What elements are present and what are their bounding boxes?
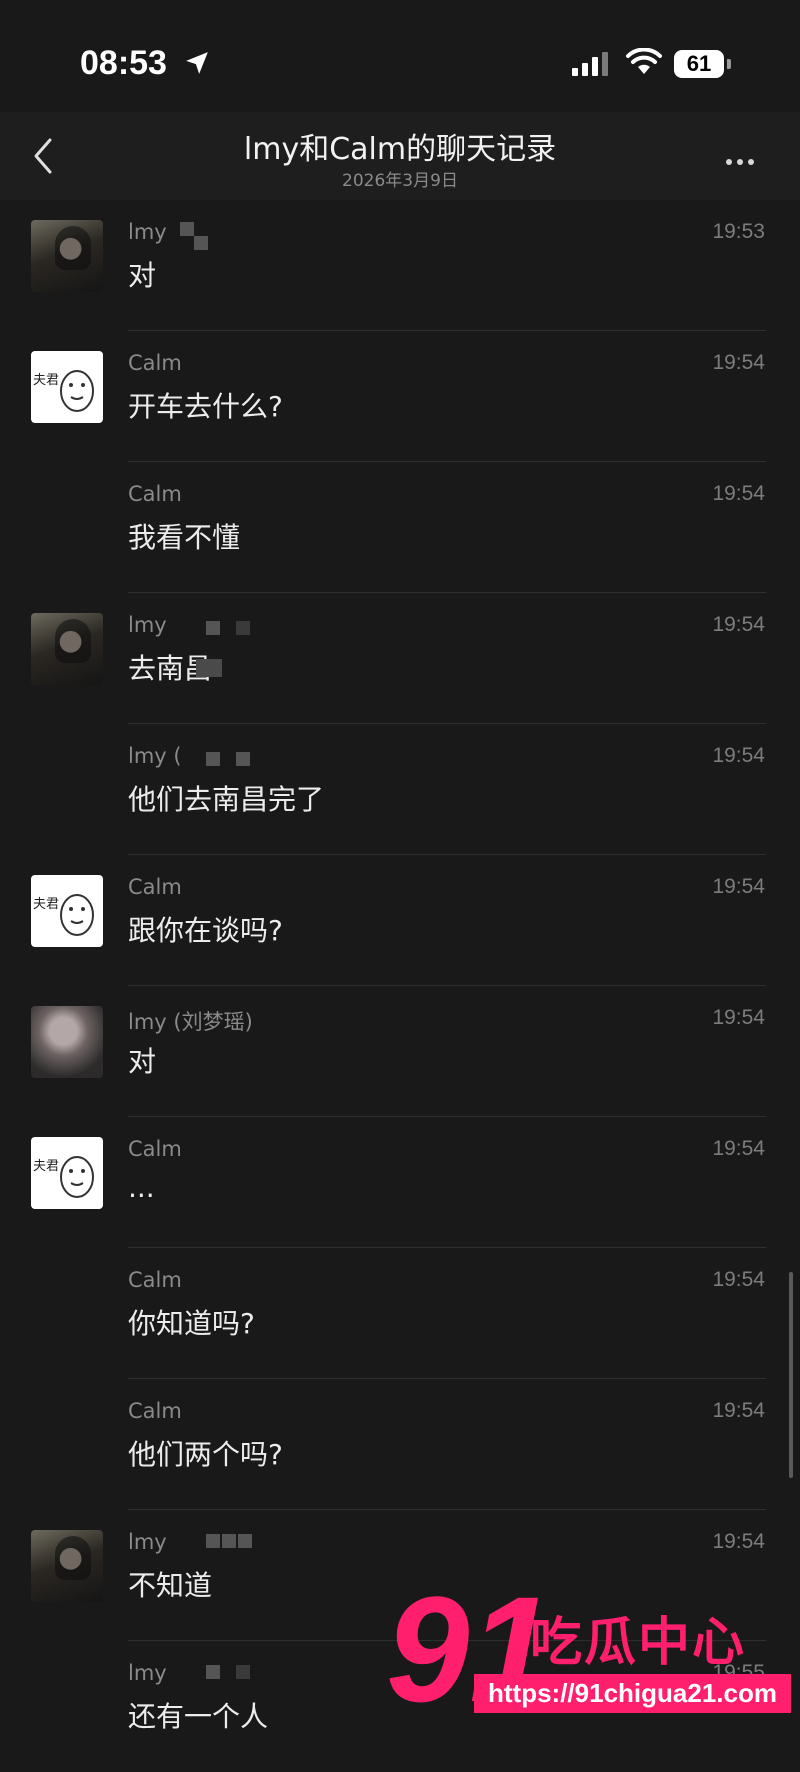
avatar[interactable]: 夫君	[31, 875, 103, 947]
avatar[interactable]	[31, 1006, 103, 1078]
sender-name: Calm	[128, 1268, 182, 1292]
message-time: 19:54	[712, 875, 765, 898]
message-time: 19:54	[712, 1530, 765, 1553]
redaction-mosaic	[196, 659, 222, 677]
sender-name: lmy	[128, 1530, 167, 1554]
message-time: 19:54	[712, 1268, 765, 1291]
redaction-mosaic	[236, 621, 250, 635]
cartoon-sticker-icon	[60, 894, 94, 936]
sender-name: lmy (刘梦瑶)	[128, 1010, 253, 1034]
message-item[interactable]: lmy (刘梦瑶) 19:54 对	[0, 986, 800, 1117]
sender-name: lmy	[128, 613, 167, 637]
cartoon-sticker-icon	[60, 1156, 94, 1198]
message-time: 19:54	[712, 351, 765, 374]
cartoon-sticker-icon	[60, 370, 94, 412]
sender-name: lmy	[128, 220, 167, 244]
message-item[interactable]: 夫君 Calm 19:54 ...	[0, 1117, 800, 1248]
redaction-mosaic	[238, 1534, 252, 1548]
watermark-name: 吃瓜中心	[530, 1613, 747, 1673]
message-text: 开车去什么?	[128, 390, 283, 423]
message-text: 他们去南昌完了	[128, 783, 325, 816]
nav-bar: lmy和Calm的聊天记录 2026年3月9日	[0, 112, 800, 200]
sender-name: Calm	[128, 351, 182, 375]
sender-name: lmy (	[128, 744, 182, 768]
message-text: 他们两个吗?	[128, 1438, 283, 1471]
message-text: 你知道吗?	[128, 1307, 255, 1340]
message-item[interactable]: Calm 19:54 我看不懂	[0, 462, 800, 593]
message-time: 19:54	[712, 744, 765, 767]
redaction-mosaic	[206, 752, 220, 766]
redaction-mosaic	[236, 1665, 250, 1679]
message-time: 19:54	[712, 482, 765, 505]
message-text: 跟你在谈吗?	[128, 914, 283, 947]
message-item[interactable]: Calm 19:54 他们两个吗?	[0, 1379, 800, 1510]
message-text: 对	[128, 259, 157, 292]
avatar[interactable]	[31, 220, 103, 292]
status-time: 08:53	[80, 44, 167, 82]
redaction-mosaic	[206, 1665, 220, 1679]
message-text: ...	[128, 1171, 155, 1204]
location-arrow-icon	[186, 52, 208, 74]
redaction-mosaic	[180, 222, 194, 236]
sender-name: Calm	[128, 1137, 182, 1161]
more-options-icon[interactable]	[726, 150, 759, 169]
sender-name: Calm	[128, 482, 182, 506]
message-time: 19:54	[712, 1006, 765, 1029]
message-text: 我看不懂	[128, 521, 241, 554]
message-text: 还有一个人	[128, 1700, 269, 1733]
scrollbar[interactable]	[789, 1272, 793, 1478]
redaction-mosaic	[206, 1534, 220, 1548]
message-time: 19:54	[712, 1399, 765, 1422]
redaction-mosaic	[236, 752, 250, 766]
battery-cap	[727, 59, 731, 69]
avatar[interactable]	[31, 613, 103, 685]
message-item[interactable]: 夫君 Calm 19:54 跟你在谈吗?	[0, 855, 800, 986]
message-time: 19:54	[712, 613, 765, 636]
watermark: 91 吃瓜中心 https://91chigua21.com	[380, 1570, 800, 1741]
message-time: 19:54	[712, 1137, 765, 1160]
message-text: 不知道	[128, 1569, 213, 1602]
message-time: 19:53	[712, 220, 765, 243]
message-item[interactable]: lmy 19:53 对	[0, 200, 800, 331]
message-item[interactable]: lmy ( 19:54 他们去南昌完了	[0, 724, 800, 855]
redaction-mosaic	[222, 1534, 236, 1548]
cellular-signal-icon	[572, 52, 608, 76]
avatar[interactable]: 夫君	[31, 1137, 103, 1209]
redaction-mosaic	[194, 236, 208, 250]
page-subtitle-date: 2026年3月9日	[342, 171, 458, 191]
wifi-icon	[626, 48, 662, 74]
sender-name: Calm	[128, 1399, 182, 1423]
sender-name: lmy	[128, 1661, 167, 1685]
avatar[interactable]	[31, 1530, 103, 1602]
battery-indicator: 61	[674, 50, 724, 78]
page-title: lmy和Calm的聊天记录	[243, 132, 557, 167]
message-item[interactable]: lmy 19:54 去南昌	[0, 593, 800, 724]
message-text: 对	[128, 1045, 157, 1078]
sender-name: Calm	[128, 875, 182, 899]
avatar[interactable]: 夫君	[31, 351, 103, 423]
watermark-url: https://91chigua21.com	[474, 1674, 791, 1713]
message-item[interactable]: 夫君 Calm 19:54 开车去什么?	[0, 331, 800, 462]
redaction-mosaic	[206, 621, 220, 635]
message-item[interactable]: Calm 19:54 你知道吗?	[0, 1248, 800, 1379]
status-bar: 08:53 61	[0, 0, 800, 112]
